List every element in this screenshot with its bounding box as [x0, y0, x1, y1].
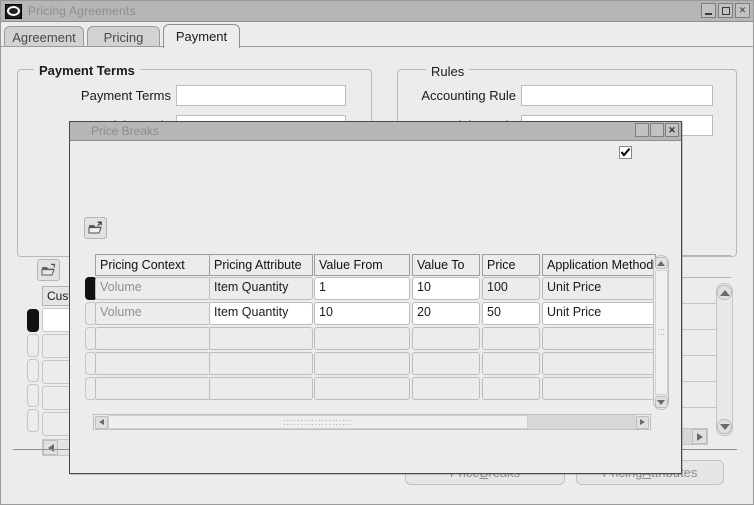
dialog-minimize-icon[interactable] [635, 123, 649, 137]
close-icon[interactable]: ✕ [735, 3, 750, 18]
oracle-logo-icon [5, 3, 22, 19]
window-title: Pricing Agreements [28, 4, 136, 18]
minimize-icon[interactable] [701, 3, 716, 18]
dialog-maximize-icon[interactable] [650, 123, 664, 137]
column-header-application-method[interactable]: Application Method [542, 254, 656, 276]
cell-pricing-attribute[interactable] [209, 327, 313, 350]
payment-terms-input[interactable] [176, 85, 346, 106]
grid-scroll-left-icon[interactable] [95, 415, 108, 429]
cell-pricing-attribute[interactable]: Item Quantity [209, 302, 313, 325]
cell-price[interactable]: 50 [482, 302, 540, 325]
cell-value-to[interactable]: 10 [412, 277, 480, 300]
record-selector[interactable] [27, 409, 39, 432]
background-open-folder-button[interactable] [37, 259, 60, 281]
cell-value-to[interactable] [412, 377, 480, 400]
cell-application-method[interactable] [542, 377, 656, 400]
grid-vscroll-thumb[interactable]: ⁚⁚⁚ [654, 270, 668, 395]
cell-price[interactable] [482, 352, 540, 375]
dialog-controls: ✕ [635, 123, 679, 137]
grid-hscroll-grip: :::::::::::::::::::: [282, 417, 353, 427]
cell-price[interactable] [482, 377, 540, 400]
tab-strip: Agreement Pricing Payment [1, 22, 754, 48]
scroll-left-icon[interactable] [43, 440, 58, 455]
record-selector[interactable] [27, 359, 39, 382]
grid-scroll-up-icon[interactable] [654, 257, 668, 269]
dialog-open-folder-button[interactable] [84, 217, 107, 239]
cell-value-from[interactable]: 10 [314, 302, 410, 325]
cell-value-to[interactable]: 20 [412, 302, 480, 325]
grid-hscroll-thumb[interactable]: :::::::::::::::::::: [108, 415, 528, 429]
payment-terms-legend: Payment Terms [34, 63, 140, 78]
cell-value-to[interactable] [412, 352, 480, 375]
cell-value-from[interactable] [314, 352, 410, 375]
column-header-value-from[interactable]: Value From [314, 254, 410, 276]
dialog-titlebar: Price Breaks ✕ [70, 122, 681, 141]
cell-application-method[interactable]: Unit Price [542, 277, 656, 300]
cell-value-to[interactable] [412, 327, 480, 350]
cell-price[interactable]: 100 [482, 277, 540, 300]
cell-pricing-attribute[interactable]: Item Quantity [209, 277, 313, 300]
cell-pricing-attribute[interactable] [209, 377, 313, 400]
dialog-header-checkbox[interactable] [619, 146, 632, 159]
tab-pricing[interactable]: Pricing [87, 26, 160, 48]
payment-terms-label: Payment Terms [80, 88, 171, 103]
open-folder-icon [41, 263, 55, 276]
grid-hscrollbar[interactable]: :::::::::::::::::::: [93, 414, 651, 430]
scroll-down-icon[interactable] [717, 419, 732, 434]
scroll-up-icon[interactable] [717, 285, 732, 300]
dialog-close-icon[interactable]: ✕ [665, 123, 679, 137]
grid-hscroll-track[interactable] [528, 415, 636, 429]
cell-value-from[interactable]: 1 [314, 277, 410, 300]
column-header-price[interactable]: Price [482, 254, 540, 276]
tab-agreement[interactable]: Agreement [4, 26, 84, 48]
record-selector-current[interactable] [27, 309, 39, 332]
background-grid-vscrollbar[interactable] [716, 283, 733, 436]
oracle-logo-icon [72, 125, 86, 137]
cell-value-from[interactable] [314, 327, 410, 350]
cell-value-from[interactable] [314, 377, 410, 400]
dialog-title: Price Breaks [91, 124, 160, 138]
cell-pricing-context[interactable] [95, 352, 211, 375]
column-header-pricing-attribute[interactable]: Pricing Attribute [209, 254, 313, 276]
rules-legend: Rules [426, 64, 470, 79]
cell-pricing-context[interactable] [95, 377, 211, 400]
cell-pricing-context[interactable]: Volume [95, 302, 211, 325]
pricing-agreements-window: Pricing Agreements ✕ Agreement Pricing P… [0, 0, 754, 505]
cell-application-method[interactable] [542, 327, 656, 350]
cell-pricing-attribute[interactable] [209, 352, 313, 375]
column-header-value-to[interactable]: Value To [412, 254, 480, 276]
window-controls: ✕ [701, 3, 750, 18]
record-selector[interactable] [27, 334, 39, 357]
grid-scroll-down-icon[interactable] [654, 396, 668, 408]
cell-pricing-context[interactable] [95, 327, 211, 350]
cell-application-method[interactable]: Unit Price [542, 302, 656, 325]
maximize-icon[interactable] [718, 3, 733, 18]
window-titlebar: Pricing Agreements ✕ [1, 1, 753, 22]
cell-price[interactable] [482, 327, 540, 350]
grid-vscrollbar[interactable]: ⁚⁚⁚ [653, 255, 669, 410]
scroll-right-icon[interactable] [692, 429, 707, 444]
tab-payment[interactable]: Payment [163, 24, 240, 48]
column-header-pricing-context[interactable]: Pricing Context [95, 254, 211, 276]
grid-scroll-right-icon[interactable] [636, 415, 649, 429]
cell-pricing-context[interactable]: Volume [95, 277, 211, 300]
cell-application-method[interactable] [542, 352, 656, 375]
open-folder-icon [88, 221, 102, 234]
check-icon [620, 147, 631, 157]
price-breaks-dialog: Price Breaks ✕ Pricing Context Pricing A… [69, 121, 682, 474]
accounting-rule-input[interactable] [521, 85, 713, 106]
record-selector[interactable] [27, 384, 39, 407]
accounting-rule-label: Accounting Rule [421, 88, 516, 103]
